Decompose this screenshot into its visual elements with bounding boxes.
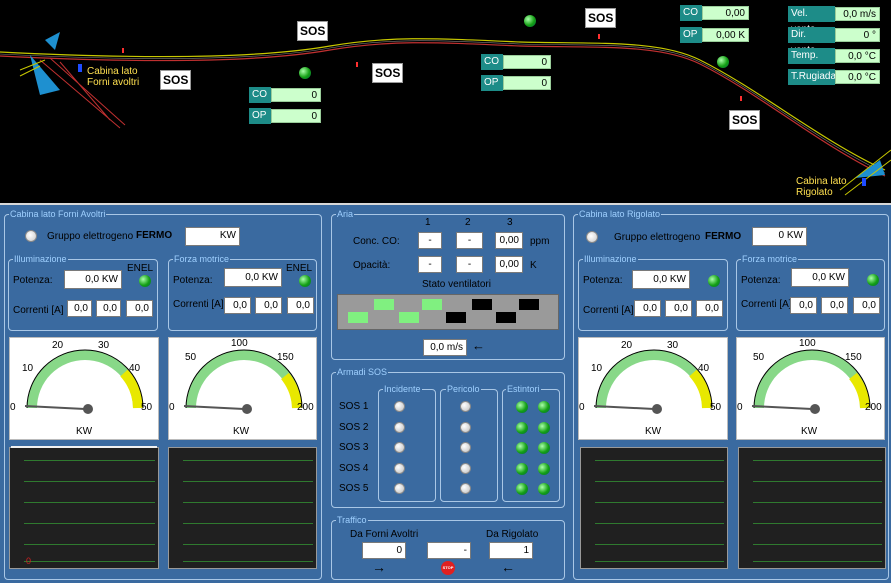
incidente-group: Incidente	[378, 383, 436, 502]
cabina-right-panel: Cabina lato Rigolato Gruppo elettrogeno …	[573, 208, 889, 580]
sos3-estintore-b-led	[538, 442, 550, 454]
status-led	[524, 15, 536, 27]
sos4-incidente-led	[394, 463, 405, 474]
arrow-right-icon: →	[372, 559, 386, 575]
forza-motrice-trend-chart	[168, 447, 317, 569]
sos3-estintore-a-led	[516, 442, 528, 454]
sos2-estintore-b-led	[538, 422, 550, 434]
arrow-left-icon: ←	[472, 338, 485, 353]
sensor-a-co[interactable]: CO 0	[249, 87, 321, 103]
illuminazione-trend-chart	[580, 447, 728, 569]
traffic-from-rigolato-field[interactable]: 1	[489, 542, 533, 559]
forza-motrice-panel: Forza motrice Potenza: 0,0 KW ENEL Corre…	[168, 253, 317, 331]
sos-marker-3[interactable]: SOS	[372, 63, 404, 83]
fan-on	[348, 312, 368, 323]
generator-power-field[interactable]: 0 KW	[752, 227, 807, 246]
fan-off	[472, 299, 492, 310]
enel-led	[299, 275, 311, 287]
sos-marker-1[interactable]: SOS	[297, 21, 329, 41]
op-value: 0	[271, 109, 321, 123]
power-field[interactable]: 0,0 KW	[791, 268, 849, 287]
illuminazione-gauge: 0 10 20 30 40 50 KW	[578, 337, 728, 440]
illuminazione-trend-chart: 0	[9, 446, 159, 569]
fan-off	[446, 312, 466, 323]
generator-power-field[interactable]: KW	[185, 227, 240, 246]
enel-led	[139, 275, 151, 287]
co-value: 0	[503, 55, 551, 69]
sos4-estintore-b-led	[538, 463, 550, 475]
weather-wind-dir: Dir. vento 0 °	[788, 27, 880, 56]
cabina-left-label: Cabina lato Forni avoltri	[87, 66, 140, 88]
sos5-estintore-b-led	[538, 483, 550, 495]
enel-led	[867, 274, 879, 286]
cabina-left-panel: Cabina lato Forni Avoltri Gruppo elettro…	[4, 208, 322, 580]
sos2-incidente-led	[394, 422, 405, 433]
generator-radio[interactable]	[25, 230, 37, 242]
sos3-incidente-led	[394, 442, 405, 453]
generator-radio[interactable]	[586, 231, 598, 243]
sensor-c-op[interactable]: OP 0,00 K	[680, 27, 749, 43]
illuminazione-gauge: 0 10 20 30 40 50 KW	[9, 337, 159, 440]
traffic-mid-field[interactable]: -	[427, 542, 471, 559]
weather-temp: Temp. 0,0 °C	[788, 48, 880, 64]
sos2-pericolo-led	[460, 422, 471, 433]
armadi-sos-panel: Armadi SOS Incidente Pericolo Estintori …	[331, 366, 565, 508]
tunnel-map: SOS SOS SOS SOS SOS Cabina lato Forni avo…	[0, 0, 891, 205]
sos1-estintore-a-led	[516, 401, 528, 413]
sos1-incidente-led	[394, 401, 405, 412]
ventilator-status-grid	[337, 294, 559, 330]
sos4-pericolo-led	[460, 463, 471, 474]
fan-on	[399, 312, 419, 323]
illuminazione-panel: Illuminazione Potenza: 0,0 KW ENEL Corre…	[8, 253, 158, 331]
power-field[interactable]: 0,0 KW	[224, 268, 282, 287]
weather-dew-point: T.Rugiada 0,0 °C	[788, 69, 880, 85]
weather-wind-speed: Vel. vento 0,0 m/s	[788, 6, 880, 35]
sensor-b-op[interactable]: OP 0	[481, 75, 551, 91]
sensor-c-co[interactable]: CO 0,00	[680, 5, 749, 21]
fan-on	[374, 299, 394, 310]
fan-off	[496, 312, 516, 323]
tunnel-road-drawing	[0, 32, 891, 196]
traffico-panel: Traffico Da Forni Avoltri Da Rigolato 0 …	[331, 514, 565, 580]
co-value: 0,00	[702, 6, 749, 20]
forza-motrice-gauge: 0 50 100 150 200 KW	[736, 337, 885, 440]
sensor-a-op[interactable]: OP 0	[249, 108, 321, 124]
sos1-estintore-b-led	[538, 401, 550, 413]
enel-led	[708, 275, 720, 287]
generator-state: FERMO	[705, 231, 742, 242]
sos5-incidente-led	[394, 483, 405, 494]
arrow-left-icon: ←	[501, 559, 515, 575]
estintori-group: Estintori	[502, 383, 560, 502]
status-led	[717, 56, 729, 68]
fan-on	[422, 299, 442, 310]
op-value: 0	[503, 76, 551, 90]
illuminazione-panel: Illuminazione Potenza: 0,0 KW Correnti […	[578, 253, 728, 331]
power-field[interactable]: 0,0 KW	[632, 270, 690, 289]
sos5-estintore-a-led	[516, 483, 528, 495]
generator-state: FERMO	[136, 230, 173, 241]
status-led	[299, 67, 311, 79]
sos-marker-2[interactable]: SOS	[160, 70, 192, 90]
sos1-pericolo-led	[460, 401, 471, 412]
co-value: 0	[271, 88, 321, 102]
sos2-estintore-a-led	[516, 422, 528, 434]
sos3-pericolo-led	[460, 442, 471, 453]
sos-marker-5[interactable]: SOS	[729, 110, 761, 130]
aria-panel: Aria 1 2 3 Conc. CO: - - 0,00 ppm Opacit…	[331, 208, 565, 360]
forza-motrice-gauge: 0 50 100 150 200 KW	[168, 337, 317, 440]
power-field[interactable]: 0,0 KW	[64, 270, 122, 289]
forza-motrice-panel: Forza motrice Potenza: 0,0 KW Correnti […	[736, 253, 885, 331]
sos-marker-4[interactable]: SOS	[585, 8, 617, 28]
stop-icon: STOP	[441, 561, 455, 575]
op-value: 0,00 K	[702, 28, 749, 42]
cabina-right-label: Cabina lato Rigolato	[796, 176, 847, 198]
sensor-b-co[interactable]: CO 0	[481, 54, 551, 70]
traffic-from-forni-field[interactable]: 0	[362, 542, 406, 559]
fan-off	[519, 299, 539, 310]
sos4-estintore-a-led	[516, 463, 528, 475]
air-speed-field[interactable]: 0,0 m/s	[423, 339, 467, 356]
forza-motrice-trend-chart	[738, 447, 886, 569]
sos5-pericolo-led	[460, 483, 471, 494]
